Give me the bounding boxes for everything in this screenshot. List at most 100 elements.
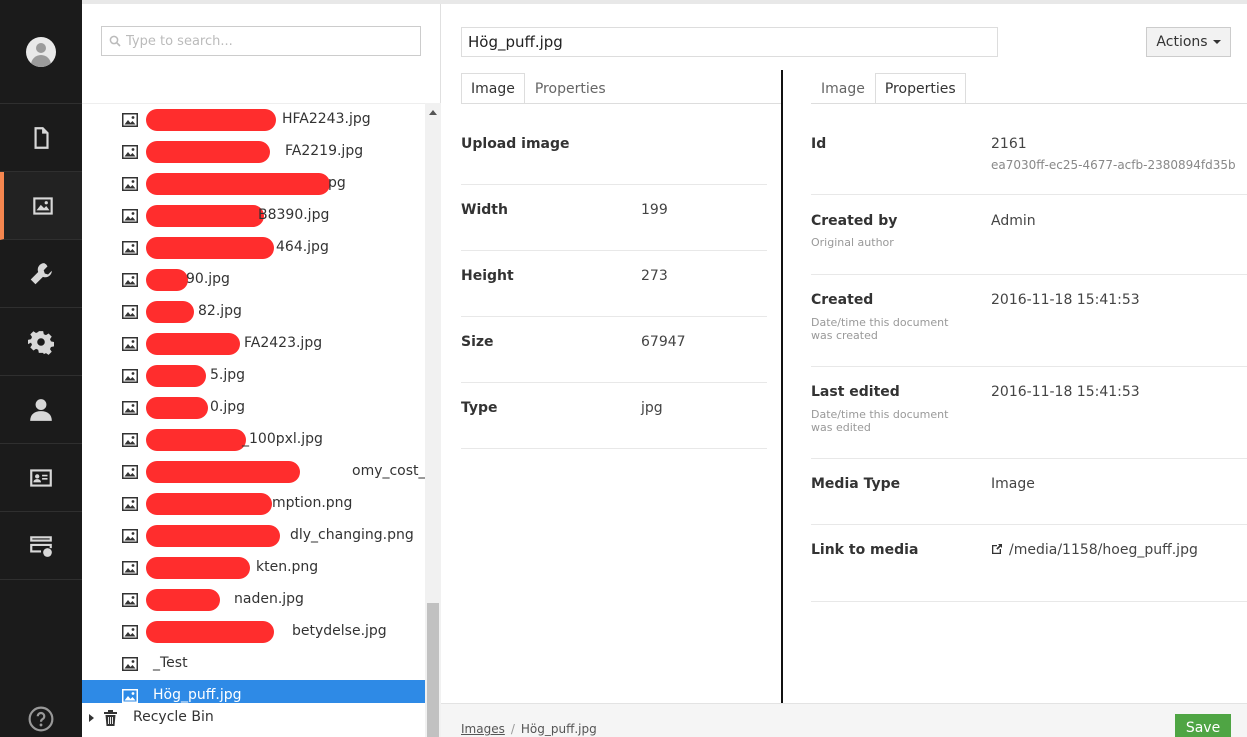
gear-icon bbox=[28, 330, 54, 355]
tree-item[interactable]: _Test bbox=[82, 648, 425, 680]
redaction-mark bbox=[146, 557, 250, 579]
info-label: Last edited bbox=[811, 384, 900, 400]
media-tree: HFA2243.jpg FA2219.jpg pg B8390.jpg 464.jpg 9… bbox=[82, 103, 425, 703]
prop-value: 199 bbox=[641, 202, 668, 218]
editor: Actions Image Properties Upload image Wi… bbox=[441, 0, 1247, 737]
trash-icon bbox=[104, 710, 117, 726]
tree-item[interactable]: kten.png bbox=[82, 552, 425, 584]
redaction-mark bbox=[146, 397, 208, 419]
info-label: Media Type bbox=[811, 476, 901, 492]
prop-type: Type jpg bbox=[461, 400, 767, 449]
right-tabs: Image Properties bbox=[811, 73, 966, 104]
tree-item[interactable]: 0.jpg bbox=[82, 392, 425, 424]
section-content[interactable] bbox=[0, 104, 82, 172]
redaction-mark bbox=[146, 237, 274, 259]
tree-item[interactable]: HFA2243.jpg bbox=[82, 104, 425, 136]
left-tabs: Image Properties bbox=[461, 73, 616, 104]
tree-item-label: kten.png bbox=[256, 559, 319, 575]
section-forms[interactable] bbox=[0, 512, 82, 580]
redaction-mark bbox=[146, 301, 194, 323]
image-file-icon bbox=[122, 337, 138, 351]
media-link[interactable]: /media/1158/hoeg_puff.jpg bbox=[991, 542, 1198, 558]
image-file-icon bbox=[122, 401, 138, 415]
tree-item-label: 82.jpg bbox=[198, 303, 242, 319]
info-media-type: Media Type Image bbox=[811, 476, 1247, 525]
info-label: Id bbox=[811, 136, 827, 152]
image-file-icon bbox=[122, 433, 138, 447]
expand-caret-icon[interactable] bbox=[89, 714, 94, 722]
prop-value: 67947 bbox=[641, 334, 686, 350]
tree-item[interactable]: pg bbox=[82, 168, 425, 200]
redaction-mark bbox=[146, 333, 240, 355]
breadcrumb: Images / Hög_puff.jpg bbox=[461, 722, 597, 736]
tree-item[interactable]: omy_cost_of_reg bbox=[82, 456, 425, 488]
tree-scrollbar[interactable] bbox=[425, 103, 441, 737]
tab-image[interactable]: Image bbox=[461, 73, 525, 104]
redaction-mark bbox=[146, 173, 330, 195]
top-border bbox=[82, 0, 441, 4]
section-nav bbox=[0, 0, 82, 737]
section-users[interactable] bbox=[0, 376, 82, 444]
tree-item[interactable]: dly_changing.png bbox=[82, 520, 425, 552]
prop-value: 273 bbox=[641, 268, 668, 284]
tree-item[interactable]: FA2219.jpg bbox=[82, 136, 425, 168]
prop-width: Width 199 bbox=[461, 202, 767, 251]
info-label: Created bbox=[811, 292, 874, 308]
image-file-icon bbox=[122, 177, 138, 191]
content-icon bbox=[34, 126, 49, 149]
search-box[interactable] bbox=[101, 26, 421, 56]
info-description: Original author bbox=[811, 236, 894, 249]
image-file-icon bbox=[122, 209, 138, 223]
redaction-mark bbox=[146, 365, 206, 387]
right-pane: Image Properties Id 2161 ea7030ff-ec25-4… bbox=[783, 0, 1247, 737]
avatar[interactable] bbox=[26, 36, 56, 67]
tree-item[interactable]: naden.jpg bbox=[82, 584, 425, 616]
tab-image[interactable]: Image bbox=[811, 73, 875, 104]
image-file-icon bbox=[122, 305, 138, 319]
image-file-icon bbox=[122, 529, 138, 543]
prop-label: Size bbox=[461, 334, 494, 350]
image-file-icon bbox=[122, 369, 138, 383]
tree-item-label: FA2219.jpg bbox=[285, 143, 364, 159]
tree-item[interactable]: FA2423.jpg bbox=[82, 328, 425, 360]
scroll-up-icon[interactable] bbox=[429, 110, 437, 115]
search-input[interactable] bbox=[126, 32, 416, 50]
info-value: 2016-11-18 15:41:53 bbox=[991, 292, 1140, 308]
prop-height: Height 273 bbox=[461, 268, 767, 317]
section-developer[interactable] bbox=[0, 308, 82, 376]
media-link-text[interactable]: /media/1158/hoeg_puff.jpg bbox=[1009, 542, 1198, 558]
tree-item[interactable]: 82.jpg bbox=[82, 296, 425, 328]
scroll-thumb[interactable] bbox=[427, 603, 439, 737]
tree-item[interactable]: Hög_puff.jpg bbox=[82, 680, 425, 703]
tree-item-recycle-bin[interactable]: Recycle Bin bbox=[82, 702, 425, 734]
tree-item-label: 90.jpg bbox=[186, 271, 230, 287]
tree-item[interactable]: B8390.jpg bbox=[82, 200, 425, 232]
redaction-mark bbox=[146, 269, 188, 291]
info-label: Created by bbox=[811, 213, 898, 229]
tree-item[interactable]: mption.png bbox=[82, 488, 425, 520]
forms-icon bbox=[30, 535, 52, 557]
section-members[interactable] bbox=[0, 444, 82, 512]
help-button[interactable] bbox=[0, 700, 82, 737]
tree-item[interactable]: _100pxl.jpg bbox=[82, 424, 425, 456]
tree-item-label: HFA2243.jpg bbox=[282, 111, 371, 127]
breadcrumb-root-link[interactable]: Images bbox=[461, 722, 505, 736]
save-button[interactable]: Save bbox=[1175, 714, 1231, 737]
image-file-icon bbox=[122, 561, 138, 575]
redaction-mark bbox=[146, 493, 272, 515]
tree-item-label: 0.jpg bbox=[210, 399, 246, 415]
id-card-icon bbox=[30, 468, 52, 487]
tree-item-label: FA2423.jpg bbox=[244, 335, 323, 351]
tree-panel: HFA2243.jpg FA2219.jpg pg B8390.jpg 464.jpg 9… bbox=[82, 0, 441, 737]
image-file-icon bbox=[122, 113, 138, 127]
image-file-icon bbox=[122, 465, 138, 479]
section-media[interactable] bbox=[0, 172, 82, 240]
user-avatar-area[interactable] bbox=[0, 0, 82, 104]
section-settings[interactable] bbox=[0, 240, 82, 308]
tree-item[interactable]: 90.jpg bbox=[82, 264, 425, 296]
tab-properties[interactable]: Properties bbox=[874, 73, 966, 104]
tree-item[interactable]: betydelse.jpg bbox=[82, 616, 425, 648]
tab-properties[interactable]: Properties bbox=[525, 73, 616, 104]
tree-item[interactable]: 464.jpg bbox=[82, 232, 425, 264]
tree-item[interactable]: 5.jpg bbox=[82, 360, 425, 392]
